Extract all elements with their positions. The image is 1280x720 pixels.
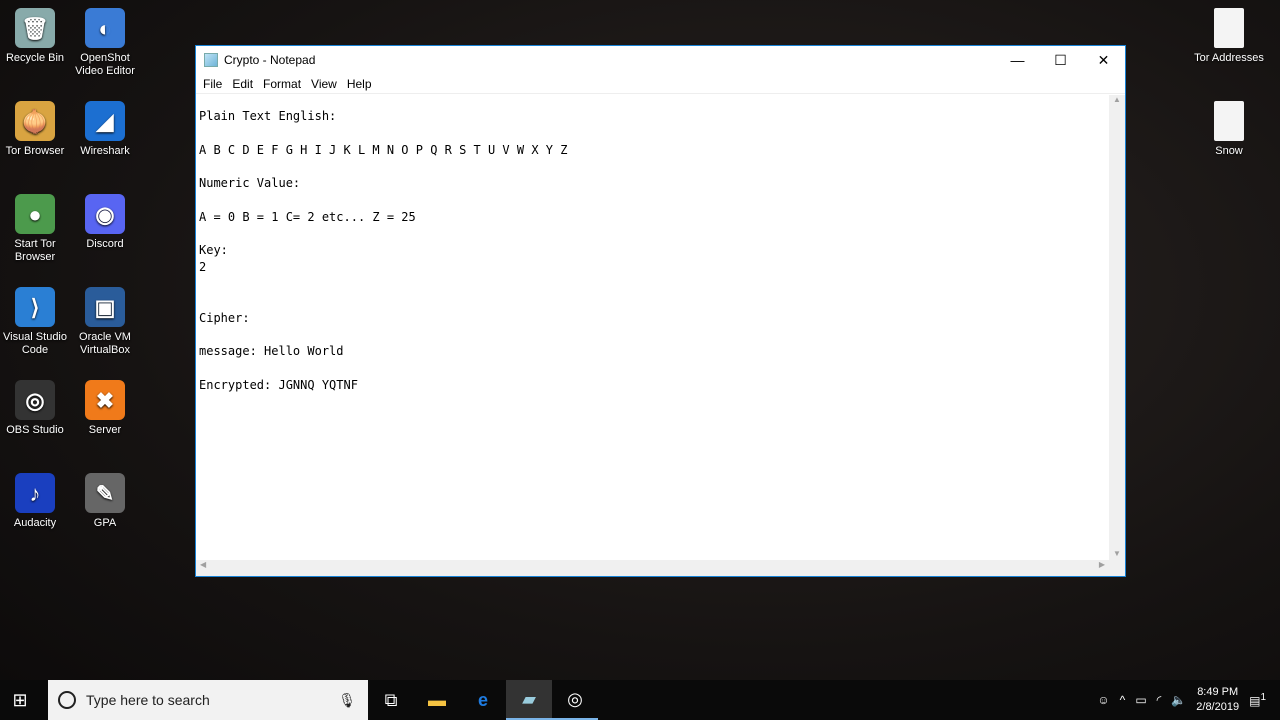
time: 8:49 PM: [1197, 686, 1239, 698]
search-box[interactable]: Type here to search 🎙: [48, 680, 368, 720]
app-icon: ✖: [85, 380, 125, 420]
desktop-icon-label: Snow: [1215, 145, 1243, 157]
desktop-icon-label: Tor Browser: [5, 145, 65, 157]
notepad-window: Crypto - Notepad — ☐ ✕ File Edit Format …: [195, 45, 1126, 577]
file-icon: [1214, 101, 1244, 141]
people-icon[interactable]: ☺: [1097, 693, 1109, 707]
app-icon: ◐: [85, 8, 125, 48]
desktop-icon[interactable]: ▣ Oracle VM VirtualBox: [69, 287, 141, 357]
app-icon: ✎: [85, 473, 125, 513]
menu-view[interactable]: View: [306, 74, 342, 93]
desktop-icon[interactable]: ◢ Wireshark: [69, 101, 141, 158]
text-editor[interactable]: Plain Text English: A B C D E F G H I J …: [196, 95, 1109, 560]
file-explorer-icon[interactable]: ▬: [414, 680, 460, 720]
volume-icon[interactable]: 🔈: [1171, 693, 1186, 707]
task-view-icon[interactable]: ⧉: [368, 680, 414, 720]
taskbar: ⊞ Type here to search 🎙 ⧉ ▬ e ▰ ◎ ☺ ^ ▭ …: [0, 680, 1280, 720]
desktop-icon[interactable]: ✖ Server: [69, 380, 141, 437]
app-icon: 🗑: [15, 8, 55, 48]
desktop-icon-label: OpenShot Video Editor: [75, 52, 135, 77]
desktop-icon[interactable]: ◉ Discord: [69, 194, 141, 251]
close-button[interactable]: ✕: [1082, 46, 1125, 74]
clock[interactable]: 8:49 PM 2/8/2019: [1196, 685, 1239, 715]
start-button[interactable]: ⊞: [0, 680, 40, 720]
obs-taskbar-icon[interactable]: ◎: [552, 680, 598, 720]
title-bar[interactable]: Crypto - Notepad — ☐ ✕: [196, 46, 1125, 74]
microphone-icon[interactable]: 🎙: [338, 692, 356, 709]
horizontal-scrollbar[interactable]: ◀ ▶: [196, 560, 1125, 576]
search-placeholder: Type here to search: [86, 692, 210, 708]
notification-icon[interactable]: ▤1: [1249, 692, 1266, 708]
desktop-icon-label: Oracle VM VirtualBox: [79, 331, 131, 356]
menu-edit[interactable]: Edit: [227, 74, 258, 93]
desktop-icon-label: Discord: [86, 238, 124, 250]
notepad-icon: [204, 53, 218, 67]
desktop-icon[interactable]: ● Start Tor Browser: [0, 194, 71, 264]
app-icon: ⟩: [15, 287, 55, 327]
desktop-icon[interactable]: 🧅 Tor Browser: [0, 101, 71, 158]
desktop-icon[interactable]: Snow: [1193, 101, 1265, 158]
desktop-icon-label: Server: [88, 424, 122, 436]
app-icon: ◎: [15, 380, 55, 420]
desktop-icon-label: Audacity: [13, 517, 57, 529]
notepad-taskbar-icon[interactable]: ▰: [506, 680, 552, 720]
app-icon: ◢: [85, 101, 125, 141]
desktop-icon-label: Tor Addresses: [1194, 52, 1264, 64]
file-icon: [1214, 8, 1244, 48]
window-title: Crypto - Notepad: [224, 53, 316, 67]
desktop-icon-label: Wireshark: [80, 145, 130, 157]
battery-icon[interactable]: ▭: [1135, 693, 1146, 707]
date: 2/8/2019: [1196, 701, 1240, 713]
desktop-icon-label: Recycle Bin: [5, 52, 65, 64]
app-icon: ●: [15, 194, 55, 234]
desktop-icon[interactable]: ♪ Audacity: [0, 473, 71, 530]
menu-help[interactable]: Help: [342, 74, 377, 93]
desktop-icon-label: OBS Studio: [6, 424, 64, 436]
app-icon: 🧅: [15, 101, 55, 141]
desktop-icon-label: GPA: [93, 517, 117, 529]
menu-format[interactable]: Format: [258, 74, 306, 93]
desktop-icon[interactable]: Tor Addresses: [1193, 8, 1265, 65]
minimize-button[interactable]: —: [996, 46, 1039, 74]
edge-icon[interactable]: e: [460, 680, 506, 720]
app-icon: ◉: [85, 194, 125, 234]
desktop-icon[interactable]: 🗑 Recycle Bin: [0, 8, 71, 65]
app-icon: ♪: [15, 473, 55, 513]
wifi-icon[interactable]: ◜: [1157, 693, 1162, 707]
desktop-icon[interactable]: ⟩ Visual Studio Code: [0, 287, 71, 357]
chevron-up-icon[interactable]: ^: [1120, 693, 1126, 707]
desktop-icon[interactable]: ◎ OBS Studio: [0, 380, 71, 437]
menu-bar: File Edit Format View Help: [196, 74, 1125, 94]
desktop-icon-label: Visual Studio Code: [2, 331, 67, 356]
desktop-icon[interactable]: ◐ OpenShot Video Editor: [69, 8, 141, 78]
maximize-button[interactable]: ☐: [1039, 46, 1082, 74]
cortana-icon: [58, 691, 76, 709]
menu-file[interactable]: File: [198, 74, 227, 93]
app-icon: ▣: [85, 287, 125, 327]
desktop-icon[interactable]: ✎ GPA: [69, 473, 141, 530]
vertical-scrollbar[interactable]: ▲ ▼: [1109, 95, 1125, 560]
desktop-icon-label: Start Tor Browser: [14, 238, 56, 263]
notification-count: 1: [1260, 692, 1266, 703]
